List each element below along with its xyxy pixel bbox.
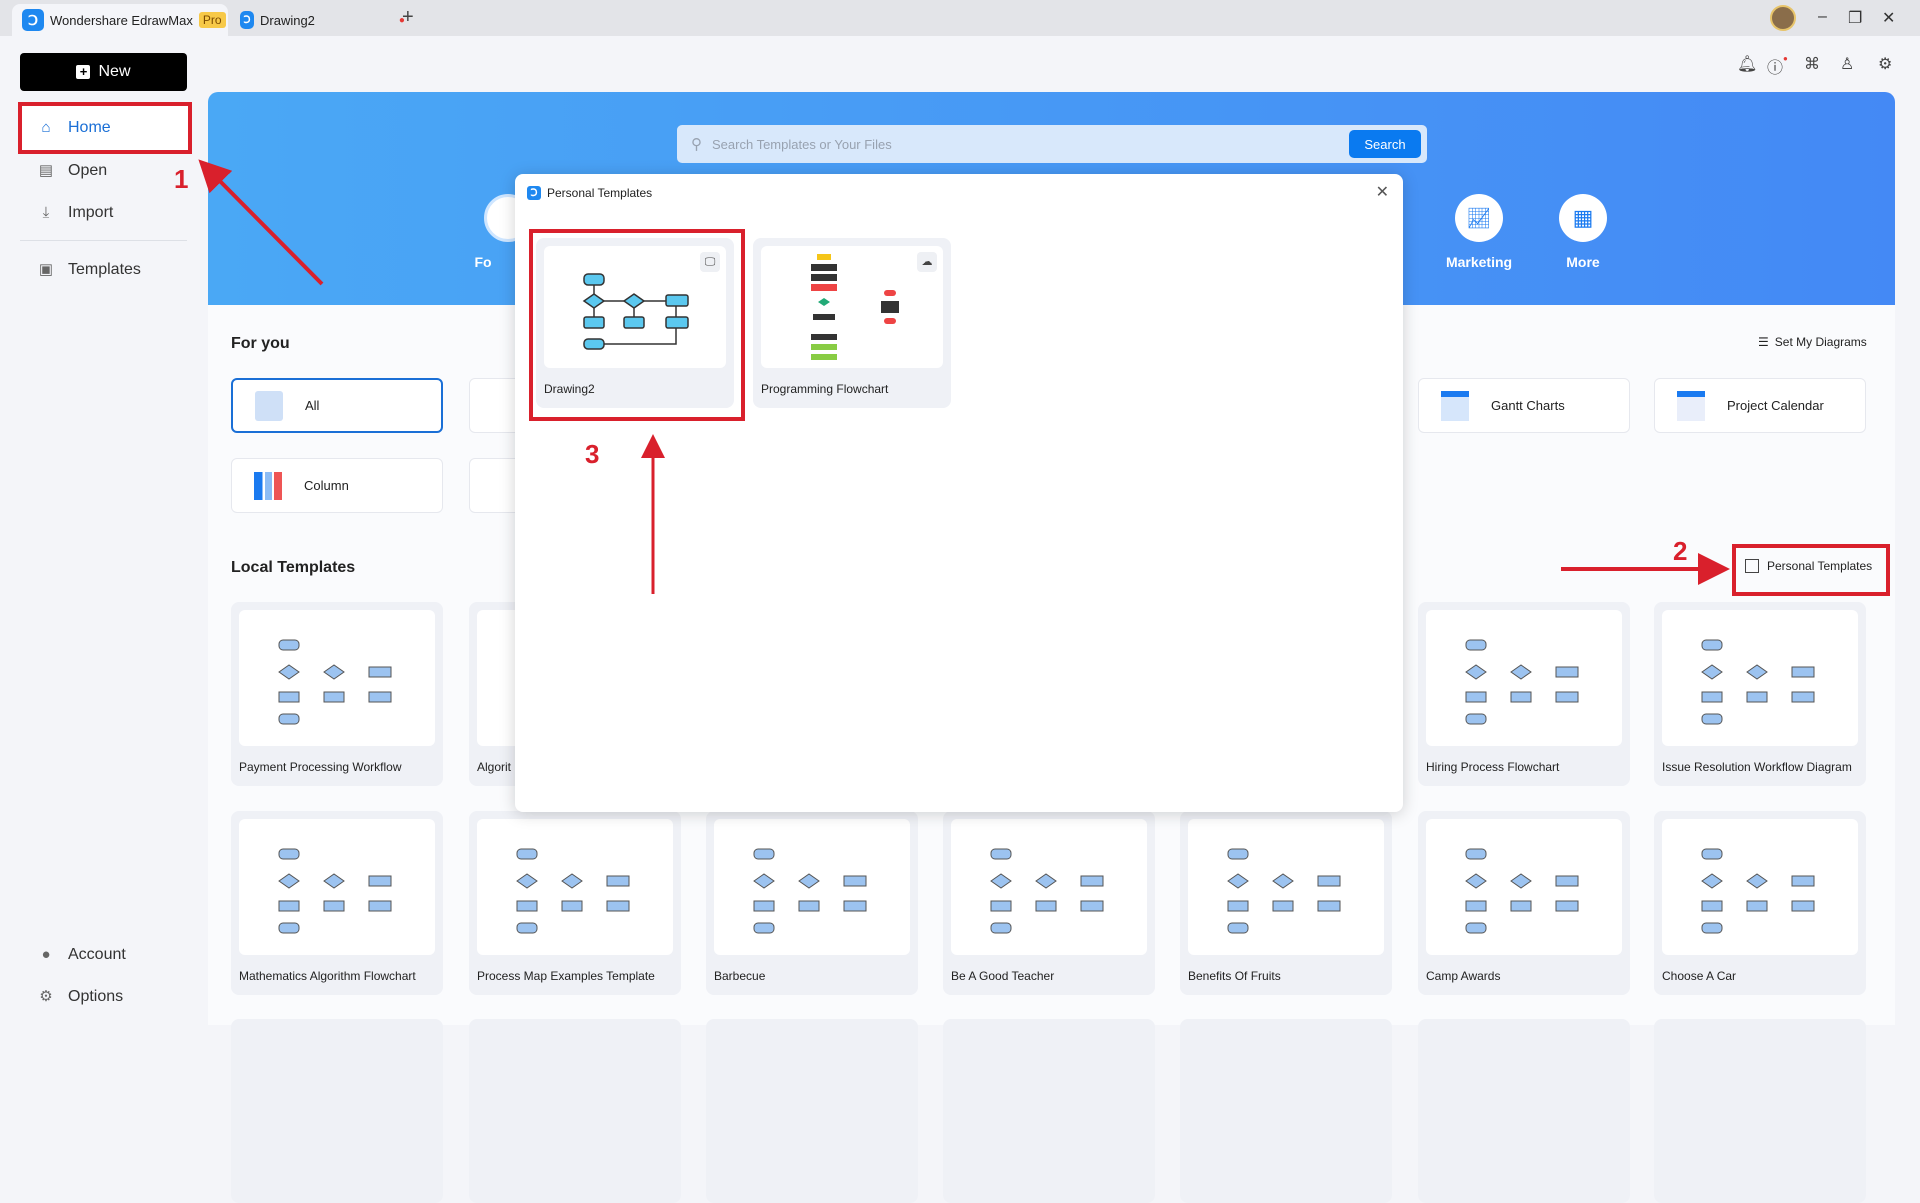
template-card[interactable]	[943, 1019, 1155, 1203]
template-card[interactable]	[231, 1019, 443, 1203]
annotation-arrows	[198, 159, 1730, 594]
step-number-3: 3	[585, 439, 600, 469]
template-card[interactable]	[1418, 1019, 1630, 1203]
step-number-1: 1	[174, 164, 189, 194]
template-card[interactable]	[1654, 1019, 1866, 1203]
arrow-step1	[198, 159, 324, 286]
template-card[interactable]	[1180, 1019, 1392, 1203]
step-number-2: 2	[1673, 536, 1688, 566]
template-card[interactable]	[469, 1019, 681, 1203]
template-card[interactable]	[706, 1019, 918, 1203]
